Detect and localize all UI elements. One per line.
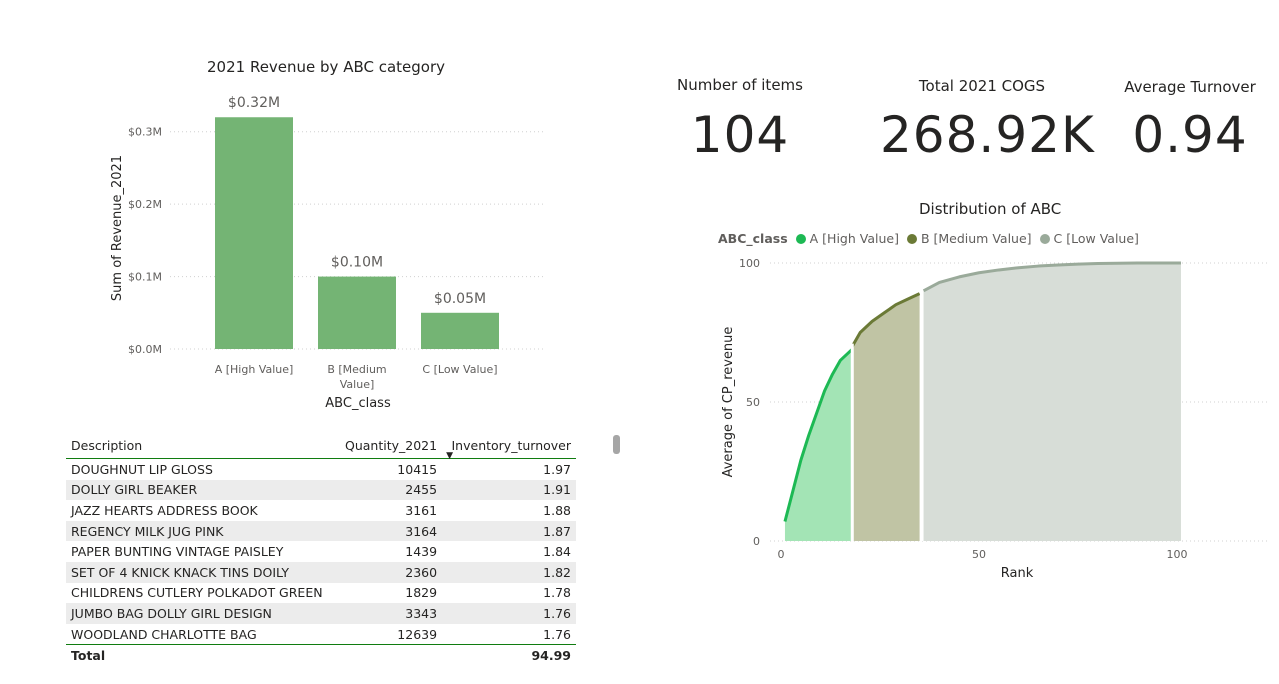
kpi-label: Total 2021 COGS xyxy=(918,77,1046,95)
cell-turnover: 1.76 xyxy=(442,603,576,624)
table-row[interactable]: CHILDRENS CUTLERY POLKADOT GREEN 1829 1.78 xyxy=(66,583,576,604)
bar-chart-title: 2021 Revenue by ABC category xyxy=(207,58,446,76)
bar-data-label: $0.05M xyxy=(434,291,486,307)
cell-description: JUMBO BAG DOLLY GIRL DESIGN xyxy=(66,603,337,624)
bar-data-label: $0.32M xyxy=(228,95,280,111)
legend-item-b[interactable]: B [Medium Value] xyxy=(921,231,1032,246)
cell-description: SET OF 4 KNICK KNACK TINS DOILY xyxy=(66,561,337,583)
kpi-value: 104 xyxy=(690,106,790,164)
cell-quantity: 2360 xyxy=(336,561,443,583)
y-tick-label: $0.2M xyxy=(128,198,162,211)
kpi-value: 0.94 xyxy=(1132,106,1248,164)
cell-quantity: 2455 xyxy=(336,479,443,501)
cell-description: PAPER BUNTING VINTAGE PAISLEY xyxy=(71,544,284,560)
bar[interactable] xyxy=(421,312,499,349)
kpi-label: Number of items xyxy=(677,76,803,94)
y-tick-label: 100 xyxy=(739,257,760,270)
x-tick-label: 0 xyxy=(778,548,785,561)
cell-quantity: 12639 xyxy=(397,626,438,642)
table-row[interactable]: REGENCY MILK JUG PINK 3164 1.87 xyxy=(66,520,576,542)
series-area-a[interactable] xyxy=(784,349,853,541)
legend-dot-a xyxy=(795,233,806,244)
cell-description: DOLLY GIRL BEAKER xyxy=(66,479,337,501)
table-header-row: Description Quantity_2021 Inventory_turn… xyxy=(66,432,576,462)
legend-item-a[interactable]: A [High Value] xyxy=(810,231,899,246)
legend-dot-b xyxy=(906,233,917,244)
legend-title: ABC_class xyxy=(718,231,788,246)
kpi-label: Average Turnover xyxy=(1124,78,1256,96)
table-row[interactable]: WOODLAND CHARLOTTE BAG 12639 1.76 xyxy=(66,624,576,645)
cell-turnover: 1.97 xyxy=(543,461,571,477)
cell-turnover: 1.82 xyxy=(442,561,576,583)
table-grid: Description Quantity_2021 Inventory_turn… xyxy=(66,432,576,666)
cell-quantity: 1829 xyxy=(405,585,438,601)
sort-descending-icon[interactable]: ▼ xyxy=(446,451,453,461)
data-table: Description Quantity_2021 Inventory_turn… xyxy=(66,432,578,666)
table-row[interactable]: SET OF 4 KNICK KNACK TINS DOILY 2360 1.82 xyxy=(66,561,576,583)
x-tick-label: 50 xyxy=(972,548,986,561)
y-tick-label: 50 xyxy=(746,396,760,409)
area-chart-legend: ABC_class A [High Value] B [Medium Value… xyxy=(718,231,1139,246)
cell-quantity: 1439 xyxy=(405,544,438,560)
x-axis-title: Rank xyxy=(1001,566,1034,581)
table-row[interactable]: PAPER BUNTING VINTAGE PAISLEY 1439 1.84 xyxy=(66,541,576,562)
x-tick-label: Value] xyxy=(340,378,375,391)
area-chart-title: Distribution of ABC xyxy=(919,200,1062,218)
cell-turnover: 1.76 xyxy=(543,626,571,642)
table-row[interactable]: JAZZ HEARTS ADDRESS BOOK 3161 1.88 xyxy=(66,500,576,521)
total-label: Total xyxy=(66,644,337,666)
cell-turnover: 1.78 xyxy=(543,585,571,601)
y-axis-title: Sum of Revenue_2021 xyxy=(110,155,125,301)
y-tick-label: $0.1M xyxy=(128,271,162,284)
table-total-row: Total 94.99 xyxy=(66,644,576,666)
total-quantity xyxy=(336,644,443,666)
cell-turnover: 1.84 xyxy=(543,544,571,560)
bar[interactable] xyxy=(215,117,293,349)
x-axis-title: ABC_class xyxy=(325,396,391,411)
y-axis-title: Average of CP_revenue xyxy=(721,327,736,478)
table-scrollbar[interactable] xyxy=(613,435,620,454)
kpi-value: 268.92K xyxy=(880,106,1095,164)
kpi-card-items: Number of items 104 xyxy=(660,76,820,164)
kpi-card-cogs: Total 2021 COGS 268.92K xyxy=(880,77,1095,164)
area-chart: 0 50 100 0 50 100 Rank Average of CP_revenue xyxy=(721,257,1268,581)
bar-chart: $0.0M $0.1M $0.2M $0.3M $0.32M A [High Value]… xyxy=(110,95,545,411)
cell-description: WOODLAND CHARLOTTE BAG xyxy=(71,626,257,642)
cell-description: CHILDRENS CUTLERY POLKADOT GREEN xyxy=(71,585,323,601)
bar[interactable] xyxy=(318,276,396,349)
cell-description: REGENCY MILK JUG PINK xyxy=(66,520,337,542)
x-tick-label: A [High Value] xyxy=(215,363,294,376)
table-row[interactable]: DOLLY GIRL BEAKER 2455 1.91 xyxy=(66,479,576,501)
cell-description: JAZZ HEARTS ADDRESS BOOK xyxy=(71,502,258,518)
table-row[interactable]: JUMBO BAG DOLLY GIRL DESIGN 3343 1.76 xyxy=(66,603,576,624)
cell-turnover: 1.87 xyxy=(442,520,576,542)
cell-quantity: 3343 xyxy=(336,603,443,624)
cell-quantity: 3161 xyxy=(405,502,438,518)
y-tick-label: $0.3M xyxy=(128,126,162,139)
y-tick-label: $0.0M xyxy=(128,343,162,356)
bar-data-label: $0.10M xyxy=(331,255,383,271)
total-turnover: 94.99 xyxy=(442,644,576,666)
cell-description: DOUGHNUT LIP GLOSS xyxy=(71,461,213,477)
legend-dot-c xyxy=(1039,233,1050,244)
cell-quantity: 3164 xyxy=(336,520,443,542)
table-row[interactable]: DOUGHNUT LIP GLOSS 10415 1.97 xyxy=(66,459,576,480)
x-tick-label: C [Low Value] xyxy=(422,363,497,376)
column-header-description[interactable]: Description xyxy=(66,432,337,459)
legend-item-c[interactable]: C [Low Value] xyxy=(1054,231,1139,246)
cell-turnover: 1.91 xyxy=(442,479,576,501)
column-header-turnover[interactable]: Inventory_turnover ▼ xyxy=(442,432,576,462)
x-tick-label: B [Medium xyxy=(327,363,386,376)
series-area-c[interactable] xyxy=(923,263,1181,541)
y-tick-label: 0 xyxy=(753,535,760,548)
kpi-card-turnover: Average Turnover 0.94 xyxy=(1114,78,1266,164)
cell-turnover: 1.88 xyxy=(543,502,571,518)
x-tick-label: 100 xyxy=(1167,548,1188,561)
cell-quantity: 10415 xyxy=(397,461,438,477)
column-header-quantity[interactable]: Quantity_2021 xyxy=(337,432,443,459)
